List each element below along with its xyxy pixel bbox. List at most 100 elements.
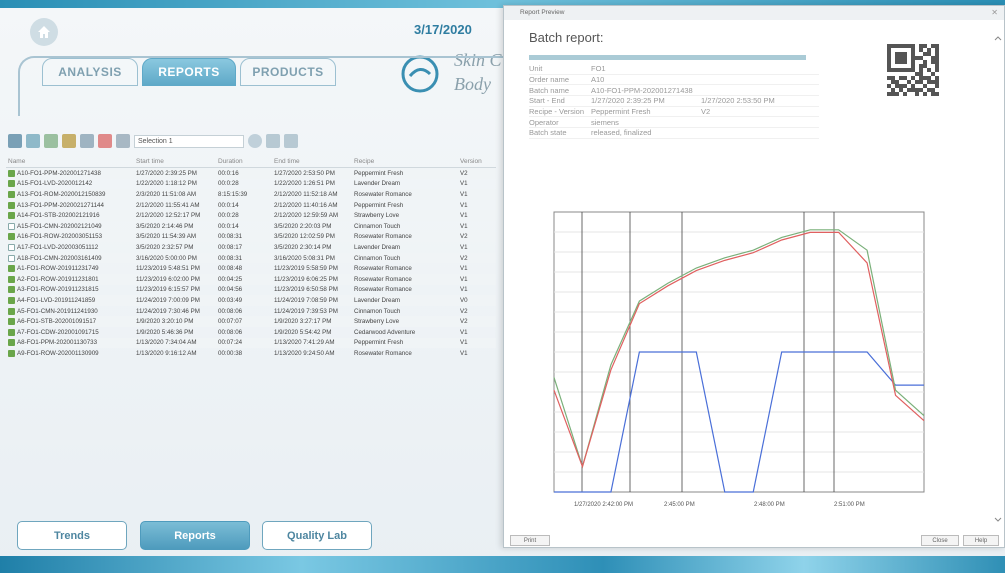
- preview-title-bar: Report Preview: [504, 6, 1004, 20]
- cell-name: A6-FO1-STB-202001091517: [17, 318, 97, 326]
- x-tick-label: 2:45:00 PM: [664, 502, 695, 508]
- tab-analysis[interactable]: ANALYSIS: [42, 58, 138, 86]
- table-row[interactable]: A8-FO1-PPM-202001130733 1/13/2020 7:34:04…: [6, 337, 496, 349]
- table-row[interactable]: A6-FO1-STB-202001091517 1/9/2020 3:20:10 …: [6, 316, 496, 327]
- table-row[interactable]: A4-FO1-LVD-201911241859 11/24/2019 7:00:0…: [6, 295, 496, 306]
- report-status-icon: [8, 222, 15, 230]
- close-window-icon[interactable]: ✕: [991, 8, 998, 17]
- table-row[interactable]: A18-FO1-CMN-202003161409 3/16/2020 5:00:0…: [6, 252, 496, 264]
- new-report-icon[interactable]: [8, 134, 22, 148]
- report-status-icon: [8, 328, 15, 336]
- cell: 11/23/2019 6:06:25 PM: [274, 275, 338, 283]
- info-key: Batch name: [529, 85, 570, 95]
- cell: V1: [460, 328, 468, 336]
- table-row[interactable]: A2-FO1-ROW-201911231801 11/23/2019 6:02:0…: [6, 273, 496, 285]
- close-button[interactable]: Close: [921, 535, 959, 546]
- col-header-start[interactable]: Start time: [136, 158, 218, 165]
- col-header-recipe[interactable]: Recipe: [354, 158, 460, 165]
- cell: 00:08:06: [218, 328, 243, 336]
- home-button[interactable]: [30, 18, 58, 46]
- col-header-version[interactable]: Version: [460, 158, 490, 165]
- cell: 11/23/2019 5:58:59 PM: [274, 265, 338, 273]
- delete-icon[interactable]: [98, 134, 112, 148]
- export-icon[interactable]: [62, 134, 76, 148]
- tab-reports[interactable]: REPORTS: [142, 58, 236, 86]
- cell: V0: [460, 296, 468, 304]
- bottom-accent-bar: [0, 556, 1005, 573]
- cell: 1/13/2020 7:34:04 AM: [136, 339, 197, 347]
- grid-view-icon[interactable]: [266, 134, 280, 148]
- cell: 00:03:49: [218, 296, 243, 304]
- cell: V2: [460, 233, 468, 241]
- cell: V1: [460, 180, 468, 188]
- print-icon[interactable]: [80, 134, 94, 148]
- trends-button[interactable]: Trends: [17, 521, 127, 550]
- cell: 00:07:07: [218, 318, 243, 326]
- cell-name: A8-FO1-PPM-202001130733: [17, 339, 98, 347]
- cell: 1/13/2020 9:16:12 AM: [136, 349, 197, 357]
- list-view-icon[interactable]: [284, 134, 298, 148]
- report-status-icon: [8, 339, 15, 347]
- cell: 1/13/2020 7:41:29 AM: [274, 339, 335, 347]
- table-row[interactable]: A14-FO1-STB-202002121916 2/12/2020 12:52:…: [6, 210, 496, 221]
- info-key: Batch state: [529, 128, 567, 138]
- report-status-icon: [8, 169, 15, 177]
- report-heading: Batch report:: [529, 30, 604, 45]
- cell-name: A5-FO1-CMN-201911241930: [17, 307, 98, 315]
- table-row[interactable]: A16-FO1-ROW-202003051153 3/5/2020 11:54:3…: [6, 231, 496, 243]
- cell: Cinnamon Touch: [354, 222, 401, 230]
- help-button[interactable]: Help: [963, 535, 999, 546]
- save-report-icon[interactable]: [44, 134, 58, 148]
- cell: 1/9/2020 5:46:36 PM: [136, 328, 194, 336]
- cell: 3/5/2020 2:20:03 PM: [274, 222, 332, 230]
- cell: 00:0:28: [218, 212, 239, 220]
- home-icon: [38, 26, 50, 38]
- qr-code-icon: [887, 44, 939, 96]
- table-row[interactable]: A17-FO1-LVD-202003051112 3/5/2020 2:32:57…: [6, 242, 496, 253]
- info-value: A10: [591, 75, 605, 85]
- table-row[interactable]: A3-FO1-ROW-201911231815 11/23/2019 6:15:5…: [6, 285, 496, 296]
- table-row[interactable]: A15-FO1-LVD-2020012142 1/22/2020 1:18:12 …: [6, 179, 496, 190]
- cell: V1: [460, 349, 468, 357]
- tab-products[interactable]: PRODUCTS: [240, 58, 336, 86]
- col-header-duration[interactable]: Duration: [218, 158, 274, 165]
- col-header-name[interactable]: Name: [6, 158, 136, 165]
- cell: Rosewater Romance: [354, 286, 412, 294]
- open-report-icon[interactable]: [26, 134, 40, 148]
- settings-icon[interactable]: [116, 134, 130, 148]
- cell-name: A10-FO1-PPM-202001271438: [17, 169, 101, 177]
- table-row[interactable]: A1-FO1-ROW-201911231749 11/23/2019 5:48:5…: [6, 263, 496, 274]
- info-value: V2: [701, 107, 711, 117]
- table-row[interactable]: A7-FO1-CDW-202001091715 1/9/2020 5:46:36 …: [6, 327, 496, 338]
- cell: 11/23/2019 6:15:57 PM: [136, 286, 200, 294]
- cell: Cinnamon Touch: [354, 307, 401, 315]
- quality-lab-button[interactable]: Quality Lab: [262, 521, 372, 550]
- cell: 3/5/2020 11:54:39 AM: [136, 233, 197, 241]
- cell: 11/24/2019 7:08:59 PM: [274, 296, 338, 304]
- reports-button[interactable]: Reports: [140, 521, 250, 550]
- cell: V1: [460, 201, 468, 209]
- cell-name: A4-FO1-LVD-201911241859: [17, 296, 96, 304]
- report-status-icon: [8, 180, 15, 188]
- col-header-end[interactable]: End time: [274, 158, 354, 165]
- info-value: siemens: [591, 117, 619, 127]
- info-key: Operator: [529, 117, 559, 127]
- batch-info-table: Unit FO1 Order name A10 Batch name A10-FO1-PP…: [529, 64, 819, 139]
- info-value: FO1: [591, 64, 606, 74]
- selection-dropdown[interactable]: Selection 1: [134, 134, 244, 148]
- cell: V1: [460, 212, 468, 220]
- table-row[interactable]: A10-FO1-PPM-202001271438 1/27/2020 2:39:2…: [6, 168, 496, 179]
- cell: 1/22/2020 1:26:51 PM: [274, 180, 335, 188]
- table-header: Name Start time Duration End time Recipe…: [6, 156, 496, 168]
- cell: 1/27/2020 2:39:25 PM: [136, 169, 197, 177]
- table-row[interactable]: A13-FO1-ROM-2020012150839 2/3/2020 11:51:…: [6, 189, 496, 200]
- print-button[interactable]: Print: [510, 535, 550, 546]
- table-row[interactable]: A13-FO1-PPM-2020021271144 2/12/2020 11:55…: [6, 200, 496, 211]
- table-row[interactable]: A5-FO1-CMN-201911241930 11/24/2019 7:30:4…: [6, 306, 496, 317]
- table-row[interactable]: A9-FO1-ROW-202001130909 1/13/2020 9:16:12…: [6, 348, 496, 359]
- refresh-icon[interactable]: [248, 134, 262, 148]
- table-row[interactable]: A15-FO1-CMN-202002121049 3/5/2020 2:14:46…: [6, 221, 496, 232]
- info-row: Order name A10: [529, 75, 819, 86]
- scroll-down-icon: [994, 517, 1002, 522]
- preview-scrollbar[interactable]: [994, 34, 1002, 524]
